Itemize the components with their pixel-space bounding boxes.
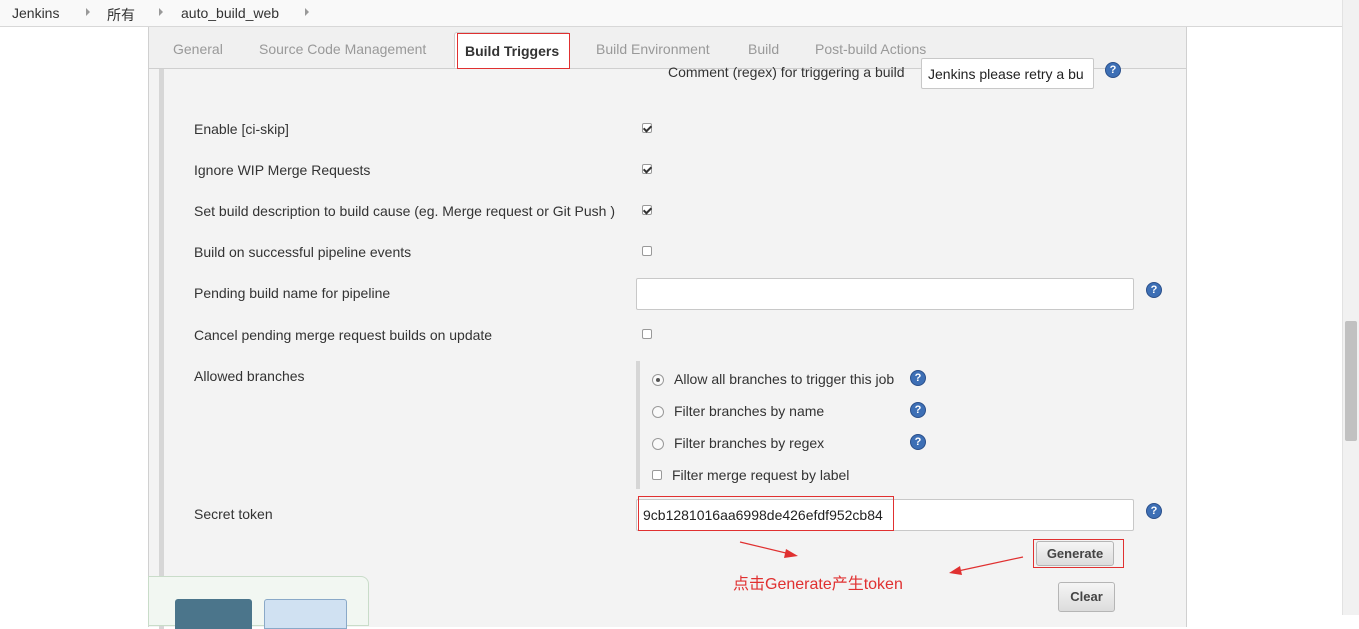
annotation-arrows	[739, 541, 1024, 575]
save-button[interactable]	[175, 599, 252, 629]
apply-button[interactable]	[264, 599, 347, 629]
annotation-text: 点击Generate产生token	[733, 576, 903, 593]
bottom-action-bar	[148, 576, 369, 629]
page-scrollbar[interactable]	[1342, 0, 1359, 615]
scrollbar-thumb[interactable]	[1345, 321, 1357, 441]
